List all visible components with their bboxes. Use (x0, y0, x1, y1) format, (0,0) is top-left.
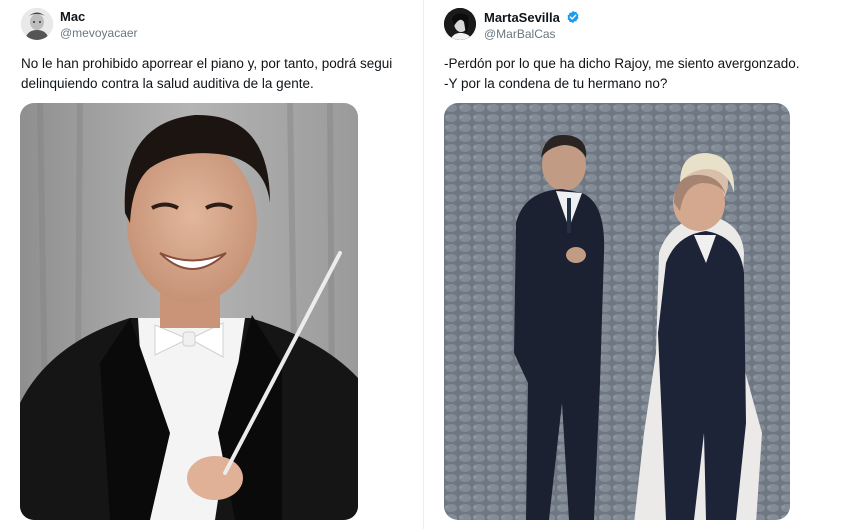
avatar[interactable] (21, 8, 53, 40)
tweet-media-image[interactable] (20, 103, 358, 520)
author-name[interactable]: MartaSevilla (484, 10, 580, 27)
tweet-text-line: -Perdón por lo que ha dicho Rajoy, me si… (444, 56, 800, 71)
tweet-card[interactable]: Mac @mevoyacaer No le han prohibido apor… (0, 0, 420, 529)
author-name[interactable]: Mac (60, 9, 85, 24)
avatar-portrait-icon (21, 8, 53, 40)
conductor-photo-icon (20, 103, 358, 520)
tweet-text-line: -Y por la condena de tu hermano no? (444, 76, 668, 91)
avatar[interactable] (444, 8, 476, 40)
tweet-text-line: No le han prohibido aporrear el piano y,… (21, 56, 393, 71)
avatar-portrait-icon (444, 8, 476, 40)
tweet-card[interactable]: MartaSevilla @MarBalCas -Perdón por lo q… (428, 0, 843, 529)
politicians-photo-icon (444, 103, 790, 520)
tweet-media-image[interactable] (444, 103, 790, 520)
verified-badge-icon (566, 10, 580, 27)
author-handle[interactable]: @MarBalCas (484, 27, 556, 41)
author-name-text: MartaSevilla (484, 10, 560, 25)
tweet-text-line: delinquiendo contra la salud auditiva de… (21, 76, 314, 91)
tweet-divider (423, 0, 424, 529)
author-handle[interactable]: @mevoyacaer (60, 26, 138, 40)
